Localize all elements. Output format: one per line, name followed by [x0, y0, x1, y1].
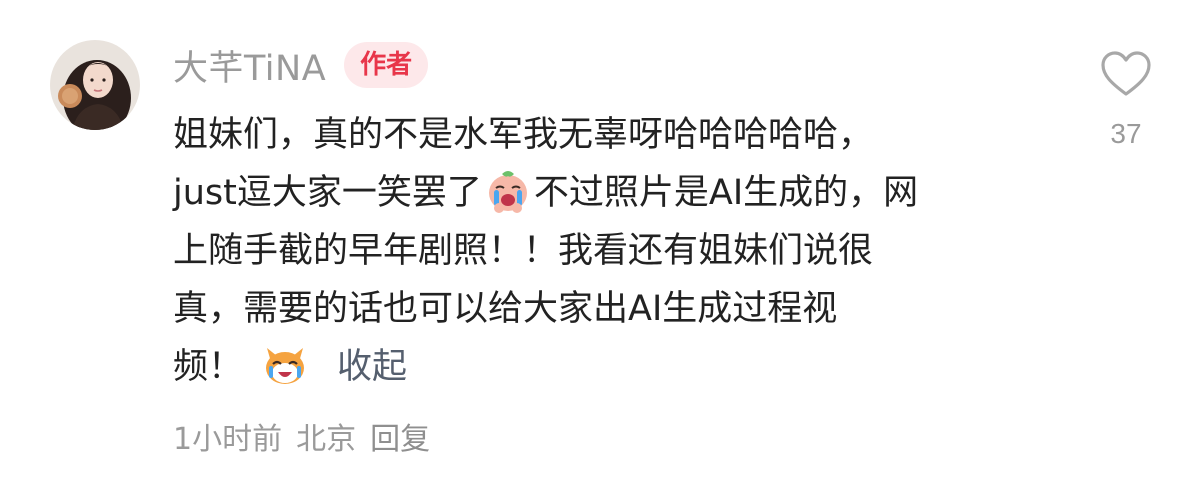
comment-line: 上随手截的早年剧照！！我看还有姐妹们说很 — [173, 222, 1053, 280]
comment-line: 真，需要的话也可以给大家出AI生成过程视 — [173, 280, 1053, 338]
crying-face-emoji — [484, 166, 532, 214]
comment-text: 频！ — [173, 347, 244, 387]
reply-button[interactable]: 回复 — [370, 422, 430, 457]
author-badge: 作者 — [344, 42, 429, 88]
comment-location: 北京 — [296, 422, 357, 457]
comment-text: 不过照片是AI生成的，网 — [533, 173, 919, 213]
collapse-button[interactable]: 收起 — [337, 347, 407, 387]
laughing-cat-emoji — [261, 340, 309, 388]
comment-time: 1小时前 — [173, 422, 283, 457]
comment-meta: 1小时前 北京 回复 — [173, 414, 444, 458]
comment-line: just逗大家一笑罢了 不过照片是AI生成的，网 — [173, 164, 1053, 222]
comment-text: 真，需要的话也可以给大家出AI生成过程视 — [173, 289, 838, 329]
comment-line: 姐妹们，真的不是水军我无辜呀哈哈哈哈哈， — [173, 106, 1053, 164]
comment-body: 姐妹们，真的不是水军我无辜呀哈哈哈哈哈， just逗大家一笑罢了 不过照片是AI… — [173, 106, 1053, 396]
comment-text: 姐妹们，真的不是水军我无辜呀哈哈哈哈哈， — [173, 115, 874, 155]
comment-line: 频！ 收起 — [173, 338, 1053, 396]
username[interactable]: 大芊TiNA — [173, 40, 326, 91]
comment-text: 上随手截的早年剧照！！我看还有姐妹们说很 — [173, 231, 874, 271]
avatar[interactable] — [50, 40, 140, 130]
comment-item: 大芊TiNA 作者 姐妹们，真的不是水军我无辜呀哈哈哈哈哈， just逗大家一笑… — [0, 0, 1200, 479]
comment-header: 大芊TiNA 作者 — [173, 40, 429, 91]
comment-text: just逗大家一笑罢了 — [173, 173, 482, 213]
heart-outline-icon — [1101, 51, 1151, 96]
like-button[interactable]: 37 — [1096, 50, 1156, 150]
like-count: 37 — [1110, 118, 1142, 149]
